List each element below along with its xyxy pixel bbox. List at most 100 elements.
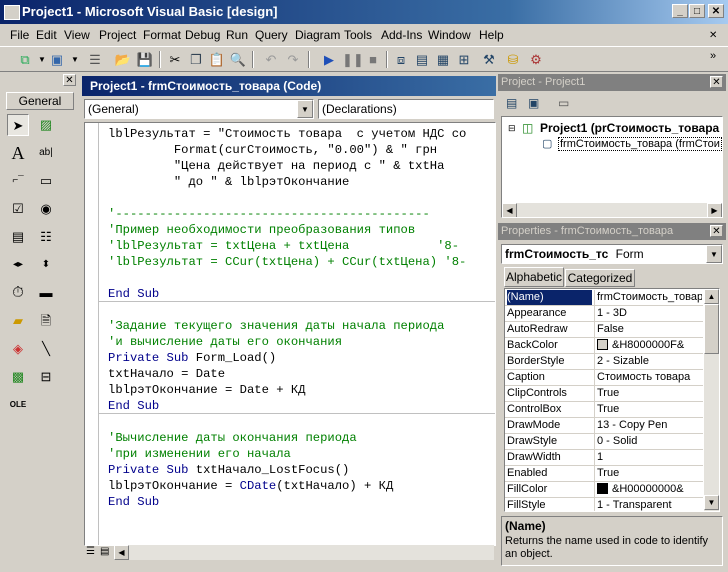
property-row[interactable]: DrawMode 13 - Copy Pen — [505, 418, 703, 434]
dropdown-arrow-icon[interactable]: ▼ — [66, 51, 84, 68]
scroll-down-icon[interactable]: ▼ — [704, 495, 719, 510]
hscrollbar-tool-icon[interactable]: ◂▸ — [7, 254, 29, 276]
view-object-icon[interactable]: ▣ — [528, 96, 539, 110]
menu-editor-icon[interactable]: ☰ — [86, 51, 104, 68]
vb-app-icon[interactable] — [4, 5, 20, 20]
property-value[interactable]: Стоимость товара — [594, 370, 702, 385]
undo-icon[interactable]: ↶ — [262, 51, 280, 68]
property-value[interactable]: 13 - Copy Pen — [594, 418, 702, 433]
chevron-down-icon[interactable]: ▼ — [706, 245, 722, 263]
toolbox-close-icon[interactable]: ✕ — [63, 74, 76, 86]
property-row[interactable]: ControlBox True — [505, 402, 703, 418]
menu-edit[interactable]: Edit — [36, 28, 57, 42]
drivelistbox-tool-icon[interactable]: ▬ — [35, 282, 57, 304]
project-explorer-close-icon[interactable]: ✕ — [710, 76, 723, 88]
project-tree[interactable]: ⊟ ◫ Project1 (prСтоимость_товара ▢ frmСт… — [501, 116, 723, 218]
project-node[interactable]: Project1 (prСтоимость_товара — [540, 121, 719, 135]
procedure-view-icon[interactable]: ☰ — [86, 546, 98, 558]
property-row[interactable]: ClipControls True — [505, 386, 703, 402]
property-row[interactable]: BackColor &H8000000F& — [505, 338, 703, 354]
project-explorer-icon[interactable]: ⧈ — [392, 51, 410, 68]
close-button[interactable]: ✕ — [708, 4, 724, 18]
property-value[interactable]: True — [594, 402, 702, 417]
label-tool-icon[interactable]: A — [7, 142, 29, 164]
picturebox-tool-icon[interactable]: ▨ — [35, 114, 57, 136]
menu-run[interactable]: Run — [226, 28, 248, 42]
scroll-left-icon[interactable]: ◀ — [114, 545, 129, 560]
mdi-close-icon[interactable]: ✕ — [709, 30, 717, 41]
optionbutton-tool-icon[interactable]: ◉ — [35, 198, 57, 220]
pointer-tool-icon[interactable]: ➤ — [7, 114, 29, 136]
cut-icon[interactable]: ✂ — [166, 51, 184, 68]
pause-icon[interactable]: ❚❚ — [342, 51, 364, 68]
collapse-icon[interactable]: ⊟ — [508, 123, 516, 134]
line-tool-icon[interactable]: ╲ — [35, 338, 57, 360]
scroll-left-icon[interactable]: ◀ — [502, 203, 517, 217]
chevron-down-icon[interactable]: ▼ — [297, 100, 313, 118]
properties-grid[interactable]: (Name) frmСтоимость_товара Appearance 1 -… — [504, 288, 720, 512]
menu-format[interactable]: Format — [143, 28, 181, 42]
property-row[interactable]: BorderStyle 2 - Sizable — [505, 354, 703, 370]
property-value[interactable]: frmСтоимость_товара — [594, 290, 702, 305]
property-value[interactable]: &H8000000F& — [594, 338, 702, 353]
data-view-icon[interactable]: ⛁ — [504, 51, 522, 68]
menu-debug[interactable]: Debug — [185, 28, 220, 42]
save-project-icon[interactable]: 💾 — [136, 51, 154, 68]
minimize-button[interactable]: _ — [672, 4, 688, 18]
data-tool-icon[interactable]: ⊟ — [35, 366, 57, 388]
redo-icon[interactable]: ↷ — [284, 51, 302, 68]
run-icon[interactable]: ▶ — [320, 51, 338, 68]
stop-icon[interactable]: ■ — [364, 51, 382, 68]
ole-tool-icon[interactable]: OLE — [7, 394, 29, 416]
tab-alphabetic[interactable]: Alphabetic — [504, 267, 564, 287]
add-form-icon[interactable]: ▣ — [48, 51, 66, 68]
scroll-up-icon[interactable]: ▲ — [704, 289, 719, 304]
form-node[interactable]: frmСтоимость_товара (frmСтои — [558, 137, 722, 151]
menu-query[interactable]: Query — [255, 28, 288, 42]
view-code-icon[interactable]: ▤ — [506, 96, 517, 110]
vscrollbar-tool-icon[interactable]: ⬍ — [35, 254, 57, 276]
property-row[interactable]: AutoRedraw False — [505, 322, 703, 338]
frame-tool-icon[interactable]: ⌐¯ — [7, 170, 29, 192]
combobox-tool-icon[interactable]: ▤ — [7, 226, 29, 248]
menu-project[interactable]: Project — [99, 28, 136, 42]
form-layout-icon[interactable]: ▦ — [434, 51, 452, 68]
toolbox-general-tab[interactable]: General — [6, 92, 74, 110]
tab-categorized[interactable]: Categorized — [565, 269, 635, 287]
toolbar-overflow-icon[interactable]: » — [710, 50, 716, 62]
checkbox-tool-icon[interactable]: ☑ — [7, 198, 29, 220]
properties-close-icon[interactable]: ✕ — [710, 225, 723, 237]
properties-object-combo[interactable]: frmСтоимость_тс Form ▼ — [501, 244, 723, 264]
property-value[interactable]: 1 — [594, 450, 702, 465]
dirlistbox-tool-icon[interactable]: ▰ — [7, 310, 29, 332]
component-manager-icon[interactable]: ⚙ — [527, 51, 545, 68]
shape-tool-icon[interactable]: ◈ — [7, 338, 29, 360]
full-module-view-icon[interactable]: ▤ — [100, 546, 112, 558]
property-row[interactable]: FillColor &H00000000& — [505, 482, 703, 498]
find-icon[interactable]: 🔍 — [229, 51, 247, 68]
property-row[interactable]: (Name) frmСтоимость_товара — [505, 290, 703, 306]
menu-help[interactable]: Help — [479, 28, 504, 42]
property-value[interactable]: False — [594, 322, 702, 337]
properties-window-icon[interactable]: ▤ — [413, 51, 431, 68]
property-row[interactable]: DrawStyle 0 - Solid — [505, 434, 703, 450]
copy-icon[interactable]: ❐ — [187, 51, 205, 68]
maximize-button[interactable]: □ — [689, 4, 705, 18]
property-value[interactable]: True — [594, 386, 702, 401]
menu-window[interactable]: Window — [428, 28, 471, 42]
listbox-tool-icon[interactable]: ☷ — [35, 226, 57, 248]
scroll-right-icon[interactable]: ▶ — [707, 203, 722, 217]
property-row[interactable]: Caption Стоимость товара — [505, 370, 703, 386]
property-value[interactable]: 1 - Transparent — [594, 498, 702, 511]
add-project-icon[interactable]: ⧉ — [16, 51, 34, 68]
code-hscrollbar[interactable]: ◀ — [114, 545, 494, 560]
object-combo[interactable]: (General) ▼ — [84, 99, 314, 119]
object-browser-icon[interactable]: ⊞ — [455, 51, 473, 68]
image-tool-icon[interactable]: ▩ — [7, 366, 29, 388]
tree-hscrollbar[interactable]: ◀ ▶ — [502, 203, 722, 217]
property-value[interactable]: 2 - Sizable — [594, 354, 702, 369]
commandbutton-tool-icon[interactable]: ▭ — [35, 170, 57, 192]
toolbox-icon[interactable]: ⚒ — [480, 51, 498, 68]
filelistbox-tool-icon[interactable]: 🗎 — [35, 310, 57, 332]
procedure-combo[interactable]: (Declarations) — [318, 99, 494, 119]
